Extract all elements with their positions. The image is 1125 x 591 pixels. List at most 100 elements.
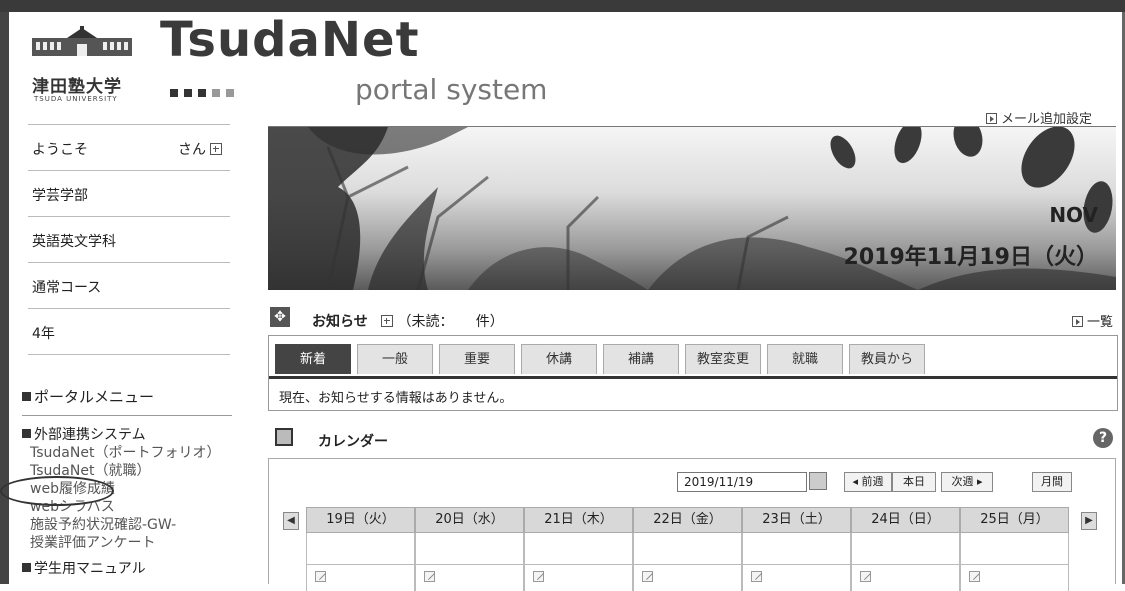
highlight-circle-annotation xyxy=(0,476,114,506)
external-system-header[interactable]: 外部連携システム xyxy=(22,416,232,444)
year-label: 4年 xyxy=(32,326,55,342)
tab-important[interactable]: 重要 xyxy=(439,344,515,374)
calendar-next-arrow-icon[interactable]: ▶ xyxy=(1081,512,1097,530)
university-building-icon xyxy=(32,26,132,56)
arrow-right-icon xyxy=(986,113,997,124)
day-edit-cell xyxy=(306,565,415,591)
link-facility-reservation[interactable]: 施設予約状況確認-GW- xyxy=(22,516,232,534)
logo-english-text: TSUDA UNIVERSITY xyxy=(34,95,118,103)
calendar-panel-icon xyxy=(275,428,293,446)
list-link-label: 一覧 xyxy=(1087,315,1114,330)
edit-pencil-icon[interactable] xyxy=(860,571,871,582)
day-header[interactable]: 20日（水） xyxy=(415,507,524,533)
edit-pencil-icon[interactable] xyxy=(969,571,980,582)
department-label: 英語英文学科 xyxy=(32,234,116,250)
day-header[interactable]: 23日（土） xyxy=(742,507,851,533)
course-row: 通常コース xyxy=(28,262,230,308)
tab-career[interactable]: 就職 xyxy=(767,344,843,374)
next-week-button[interactable]: 次週 ▸ xyxy=(941,472,993,492)
edit-pencil-icon[interactable] xyxy=(533,571,544,582)
tab-cancelled-class[interactable]: 休講 xyxy=(521,344,597,374)
move-handle-icon[interactable]: ✥ xyxy=(270,307,290,327)
mail-setting-link[interactable]: メール追加設定 xyxy=(986,108,1092,127)
expand-plus-icon[interactable] xyxy=(210,143,222,155)
banner-month: NOV xyxy=(1049,203,1098,227)
expand-plus-icon[interactable] xyxy=(381,315,393,327)
welcome-row: ようこそ さん xyxy=(28,124,230,170)
day-edit-cell xyxy=(524,565,633,591)
calendar-panel: ◂ 前週 本日 次週 ▸ 月間 ◀ ▶ 19日（火） 20日（水） 21日（木）… xyxy=(268,458,1116,591)
banner-date: 2019年11月19日（火） xyxy=(843,245,1098,270)
tab-new[interactable]: 新着 xyxy=(275,344,351,374)
unread-prefix: （未読： xyxy=(397,314,454,330)
square-bullet-icon xyxy=(22,563,31,572)
day-edit-cell xyxy=(633,565,742,591)
seasonal-banner-image: NOV 2019年11月19日（火） xyxy=(268,126,1116,290)
day-event-cell[interactable] xyxy=(960,533,1069,565)
link-portfolio[interactable]: TsudaNet（ポートフォリオ） xyxy=(22,444,232,462)
day-header[interactable]: 19日（火） xyxy=(306,507,415,533)
window-top-bar xyxy=(0,0,1125,12)
faculty-row: 学芸学部 xyxy=(28,170,230,216)
student-manual-label: 学生用マニュアル xyxy=(34,561,146,577)
department-row: 英語英文学科 xyxy=(28,216,230,262)
site-title: TsudaNet xyxy=(160,12,420,68)
week-calendar-grid: 19日（火） 20日（水） 21日（木） 22日（金） 23日（土） 24日（日… xyxy=(306,507,1071,591)
day-edit-row xyxy=(306,565,1071,591)
calendar-title: カレンダー xyxy=(318,434,388,450)
title-decoration-dots xyxy=(170,82,260,97)
user-name-suffix: さん xyxy=(178,139,222,159)
month-view-button[interactable]: 月間 xyxy=(1032,472,1072,492)
student-manual-header[interactable]: 学生用マニュアル xyxy=(22,552,232,578)
prev-week-button[interactable]: ◂ 前週 xyxy=(844,472,892,492)
day-edit-cell xyxy=(742,565,851,591)
faculty-label: 学芸学部 xyxy=(32,188,88,204)
day-edit-cell xyxy=(851,565,960,591)
notice-list-link[interactable]: 一覧 xyxy=(1072,311,1113,330)
portal-menu-label: ポータルメニュー xyxy=(34,388,155,406)
notice-title: お知らせ xyxy=(312,314,368,330)
course-label: 通常コース xyxy=(32,280,102,296)
unread-suffix: 件） xyxy=(475,314,504,330)
calendar-date-input[interactable] xyxy=(677,472,807,492)
mail-setting-label: メール追加設定 xyxy=(1001,112,1093,127)
day-event-cell[interactable] xyxy=(306,533,415,565)
external-system-label: 外部連携システム xyxy=(34,427,146,443)
day-header[interactable]: 24日（日） xyxy=(851,507,960,533)
portal-menu-header[interactable]: ポータルメニュー xyxy=(22,380,232,416)
welcome-label: ようこそ xyxy=(32,142,88,158)
notice-tabs: 新着 一般 重要 休講 補講 教室変更 就職 教員から xyxy=(275,344,925,376)
edit-pencil-icon[interactable] xyxy=(424,571,435,582)
notice-unread-count: （未読： 件） xyxy=(381,311,504,331)
square-bullet-icon xyxy=(22,392,31,401)
year-row: 4年 xyxy=(28,308,230,355)
university-logo[interactable]: 津田塾大学 TSUDA UNIVERSITY xyxy=(32,26,137,106)
today-button[interactable]: 本日 xyxy=(892,472,936,492)
day-event-cell[interactable] xyxy=(524,533,633,565)
logo-japanese-text: 津田塾大学 xyxy=(32,77,122,97)
help-icon[interactable]: ? xyxy=(1093,428,1113,448)
tab-underline xyxy=(269,376,1117,379)
day-event-cell[interactable] xyxy=(851,533,960,565)
edit-pencil-icon[interactable] xyxy=(315,571,326,582)
calendar-prev-arrow-icon[interactable]: ◀ xyxy=(283,512,299,530)
day-event-cell[interactable] xyxy=(415,533,524,565)
user-info-sidebar: ようこそ さん 学芸学部 英語英文学科 通常コース 4年 xyxy=(28,124,230,355)
edit-pencil-icon[interactable] xyxy=(642,571,653,582)
day-header[interactable]: 21日（木） xyxy=(524,507,633,533)
day-event-cell[interactable] xyxy=(742,533,851,565)
arrow-right-icon xyxy=(1072,316,1083,327)
san-label: さん xyxy=(178,142,206,158)
square-bullet-icon xyxy=(22,429,31,438)
day-header[interactable]: 25日（月） xyxy=(960,507,1069,533)
day-header[interactable]: 22日（金） xyxy=(633,507,742,533)
date-picker-icon[interactable] xyxy=(809,472,827,490)
tab-makeup-class[interactable]: 補講 xyxy=(603,344,679,374)
day-event-cell[interactable] xyxy=(633,533,742,565)
tab-from-faculty[interactable]: 教員から xyxy=(849,344,925,374)
day-header-row: 19日（火） 20日（水） 21日（木） 22日（金） 23日（土） 24日（日… xyxy=(306,507,1071,533)
tab-general[interactable]: 一般 xyxy=(357,344,433,374)
edit-pencil-icon[interactable] xyxy=(751,571,762,582)
link-course-evaluation[interactable]: 授業評価アンケート xyxy=(22,534,232,552)
tab-room-change[interactable]: 教室変更 xyxy=(685,344,761,374)
